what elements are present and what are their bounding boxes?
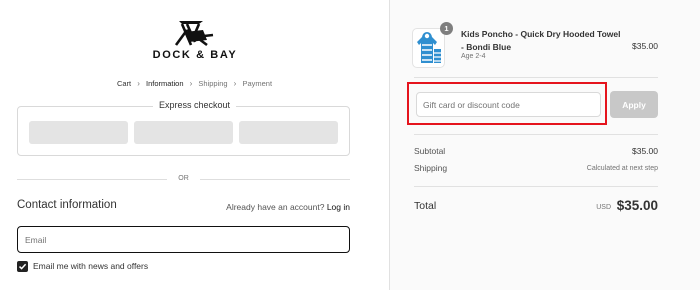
poncho-towel-product-image [417, 32, 441, 63]
newsletter-label[interactable]: Email me with news and offers [33, 261, 148, 271]
breadcrumb-shipping: Shipping [198, 79, 228, 88]
chevron-right-icon: › [189, 79, 193, 88]
product-price: $35.00 [632, 41, 658, 51]
product-name: Kids Poncho - Quick Dry Hooded Towel - B… [461, 29, 621, 52]
newsletter-checkbox[interactable] [17, 261, 28, 272]
login-link[interactable]: Log in [327, 202, 350, 212]
breadcrumb: Cart › Information › Shipping › Payment [0, 79, 389, 88]
express-pay-button-1[interactable] [29, 121, 128, 144]
breadcrumb-payment: Payment [242, 79, 273, 88]
beach-chair-icon [174, 21, 214, 47]
subtotal-value: $35.00 [632, 146, 658, 156]
express-pay-button-3[interactable] [239, 121, 338, 144]
shipping-value: Calculated at next step [586, 165, 658, 172]
subtotal-label: Subtotal [414, 146, 446, 156]
express-checkout-box [17, 106, 350, 156]
email-field[interactable] [17, 226, 350, 253]
chevron-right-icon: › [137, 79, 140, 88]
order-summary-panel: 1 Kids Poncho - Quick Dry Hooded Towel -… [389, 0, 700, 290]
logo-wordmark: DOCK & BAY [152, 49, 238, 61]
product-variant: Age 2-4 [461, 53, 486, 60]
breadcrumb-information: Information [145, 79, 184, 88]
checkmark-icon [18, 263, 27, 270]
summary-divider [414, 186, 658, 187]
summary-divider [414, 134, 658, 135]
quantity-badge: 1 [440, 22, 453, 35]
total-label: Total [414, 200, 437, 212]
brand-logo[interactable]: DOCK & BAY [140, 18, 250, 70]
breadcrumb-cart[interactable]: Cart [117, 79, 131, 88]
chevron-right-icon: › [233, 79, 237, 88]
divider-line-right [200, 179, 350, 180]
product-thumbnail [412, 28, 445, 68]
checkout-main: DOCK & BAY Cart › Information › Shipping… [0, 0, 389, 290]
discount-highlight-box [407, 82, 607, 125]
account-prompt: Already have an account? Log in [226, 202, 350, 212]
currency-code: USD [596, 204, 611, 211]
apply-button[interactable]: Apply [610, 91, 658, 118]
shipping-label: Shipping [414, 163, 448, 173]
contact-information-heading: Contact information [17, 199, 117, 211]
express-pay-button-2[interactable] [134, 121, 233, 144]
total-value: $35.00 [616, 198, 658, 213]
express-checkout-title: Express checkout [0, 100, 389, 110]
summary-divider [414, 77, 658, 78]
account-prompt-text: Already have an account? [226, 202, 325, 212]
